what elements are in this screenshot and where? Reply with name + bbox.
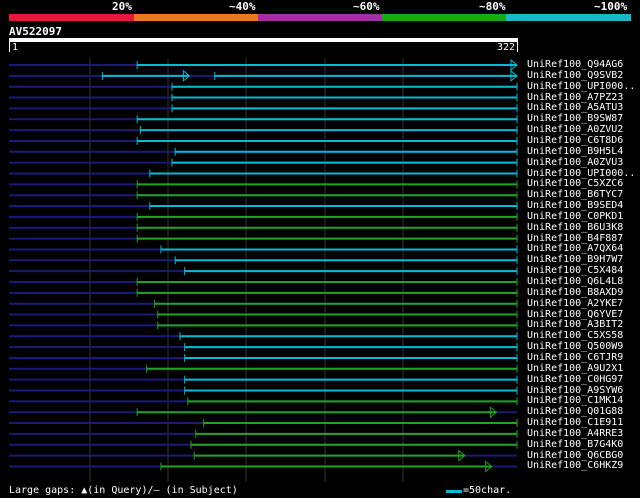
hit-label[interactable]: UniRef100_UPI000.. xyxy=(527,81,635,92)
hit-label[interactable]: UniRef100_Q9SVB2 xyxy=(527,70,623,81)
hit-label[interactable]: UniRef100_Q6YVE7 xyxy=(527,309,623,320)
hit-label[interactable]: UniRef100_B9SW87 xyxy=(527,114,623,124)
hit-label[interactable]: UniRef100_B9H5L4 xyxy=(527,146,623,157)
scale-legend-text: =50char. xyxy=(463,485,512,496)
hit-label[interactable]: UniRef100_C6TJR9 xyxy=(527,352,623,363)
hit-label[interactable]: UniRef100_Q6L4L8 xyxy=(527,277,623,287)
hit-label[interactable]: UniRef100_B8AXD9 xyxy=(527,287,623,298)
scale-legend-line xyxy=(446,490,462,493)
hit-label[interactable]: UniRef100_A0ZVU2 xyxy=(527,125,623,135)
hit-label[interactable]: UniRef100_Q6CBG0 xyxy=(527,450,623,461)
hit-label[interactable]: UniRef100_A9U2X1 xyxy=(527,363,623,374)
hit-label[interactable]: UniRef100_A5ATU3 xyxy=(527,103,623,113)
hit-label[interactable]: UniRef100_C5XS58 xyxy=(527,331,623,341)
hit-label[interactable]: UniRef100_C0PKD1 xyxy=(527,211,623,222)
hit-label[interactable]: UniRef100_C5XZC6 xyxy=(527,179,623,189)
hit-label[interactable]: UniRef100_B6TYC7 xyxy=(527,190,623,200)
hit-label[interactable]: UniRef100_A7QX64 xyxy=(527,244,623,254)
hit-label[interactable]: UniRef100_C1E911 xyxy=(527,418,623,428)
hit-label[interactable]: UniRef100_B6U3K8 xyxy=(527,222,623,233)
hit-label[interactable]: UniRef100_C6HKZ9 xyxy=(527,461,623,471)
hit-label[interactable]: UniRef100_C0HG97 xyxy=(527,374,623,385)
hit-label[interactable]: UniRef100_Q500W9 xyxy=(527,342,623,352)
hit-label[interactable]: UniRef100_B9H7W7 xyxy=(527,255,623,265)
hit-label[interactable]: UniRef100_A7PZ23 xyxy=(527,92,623,103)
hit-label[interactable]: UniRef100_A4RRE3 xyxy=(527,428,623,439)
hit-label[interactable]: UniRef100_B9SED4 xyxy=(527,201,623,211)
hit-label[interactable]: UniRef100_Q01G88 xyxy=(527,407,623,417)
hit-label[interactable]: UniRef100_B4F887 xyxy=(527,233,623,244)
hit-label[interactable]: UniRef100_B7G4K0 xyxy=(527,439,623,450)
hit-label[interactable]: UniRef100_C1MK14 xyxy=(527,396,623,406)
hit-label[interactable]: UniRef100_C6T8D6 xyxy=(527,135,623,146)
hit-label[interactable]: UniRef100_A9SYW6 xyxy=(527,385,623,396)
hit-label[interactable]: UniRef100_A0ZVU3 xyxy=(527,157,623,168)
hit-label[interactable]: UniRef100_UPI000.. xyxy=(527,168,635,179)
hit-label[interactable]: UniRef100_Q94AG6 xyxy=(527,60,623,70)
gaps-legend: Large gaps: ▲(in Query)/— (in Subject) xyxy=(9,485,238,496)
hit-label[interactable]: UniRef100_C5X484 xyxy=(527,266,623,276)
hit-label[interactable]: UniRef100_A2YKE7 xyxy=(527,298,623,309)
hit-label[interactable]: UniRef100_A3BIT2 xyxy=(527,320,623,330)
